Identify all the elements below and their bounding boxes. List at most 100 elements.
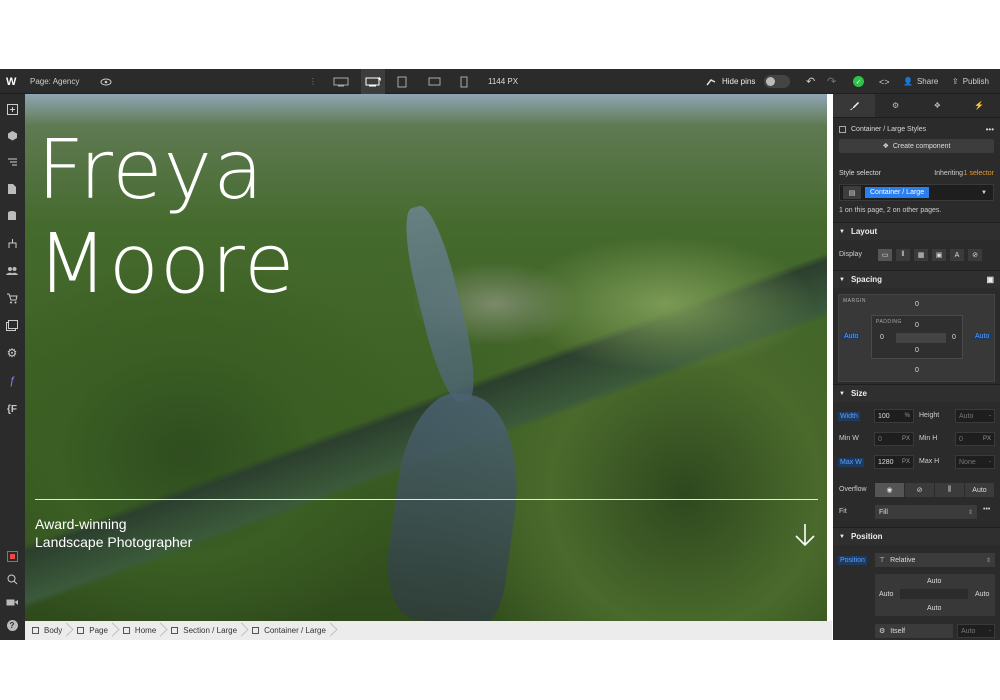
- width-label[interactable]: Width: [838, 412, 860, 421]
- more-options-icon[interactable]: •••: [986, 125, 994, 134]
- record-icon[interactable]: [5, 549, 19, 563]
- display-flex-icon[interactable]: ⫴: [896, 249, 910, 261]
- display-block-icon[interactable]: ▭: [878, 249, 892, 261]
- base-breakpoint-icon[interactable]: ★: [361, 69, 385, 94]
- width-input[interactable]: 100%: [874, 409, 914, 423]
- component-icon: ❖: [882, 143, 889, 150]
- breadcrumb-container[interactable]: Container / Large: [245, 621, 334, 640]
- desktop-breakpoint-icon[interactable]: [333, 69, 349, 94]
- position-label[interactable]: Position: [838, 556, 867, 565]
- navigator-icon[interactable]: [5, 155, 19, 169]
- fit-select[interactable]: Fill ⇕: [875, 505, 977, 519]
- selector-state-icon[interactable]: ▤: [843, 186, 861, 199]
- overflow-auto-button[interactable]: Auto: [965, 483, 994, 497]
- publish-button[interactable]: ⇪ Publish: [952, 69, 989, 94]
- position-select[interactable]: ⊤ Relative ⇕: [875, 553, 995, 567]
- more-dots-icon[interactable]: ⋮: [309, 69, 317, 94]
- create-component-button[interactable]: ❖ Create component: [839, 139, 994, 153]
- display-none-icon[interactable]: ⊘: [968, 249, 982, 261]
- variables-icon[interactable]: {F: [5, 402, 19, 416]
- webflow-logo[interactable]: W: [6, 69, 16, 94]
- mobile-landscape-icon[interactable]: [428, 69, 441, 94]
- users-icon[interactable]: [5, 264, 19, 278]
- z-index-input[interactable]: Auto -: [957, 624, 995, 638]
- margin-top-value[interactable]: 0: [915, 301, 919, 308]
- display-grid-icon[interactable]: ▦: [914, 249, 928, 261]
- position-right-value[interactable]: Auto: [975, 591, 989, 598]
- help-icon[interactable]: ?: [5, 618, 19, 632]
- hide-pins-toggle[interactable]: [764, 69, 790, 94]
- position-bottom-value[interactable]: Auto: [927, 605, 941, 612]
- min-width-value: 0: [878, 435, 882, 443]
- position-left-value[interactable]: Auto: [879, 591, 893, 598]
- margin-left-value[interactable]: Auto: [842, 333, 861, 340]
- display-inline-text-icon[interactable]: A: [950, 249, 964, 261]
- height-input[interactable]: Auto -: [955, 409, 995, 423]
- video-icon[interactable]: [5, 595, 19, 609]
- ecommerce-icon[interactable]: [5, 291, 19, 305]
- fit-more-icon[interactable]: •••: [983, 506, 990, 513]
- spacing-preset-icon[interactable]: ▣: [986, 275, 994, 284]
- cms-icon[interactable]: [5, 209, 19, 223]
- position-top-value[interactable]: Auto: [927, 578, 941, 585]
- margin-bottom-value[interactable]: 0: [915, 367, 919, 374]
- padding-bottom-value[interactable]: 0: [915, 347, 919, 354]
- breadcrumb-body[interactable]: Body: [25, 621, 70, 640]
- display-inline-block-icon[interactable]: ▣: [932, 249, 946, 261]
- selector-field[interactable]: ▤ Container / Large ▼: [839, 184, 994, 201]
- overflow-visible-eye-icon[interactable]: ◉: [875, 483, 904, 497]
- add-icon[interactable]: [5, 102, 19, 116]
- min-width-input[interactable]: 0 PX: [874, 432, 914, 446]
- margin-right-value[interactable]: Auto: [973, 333, 992, 340]
- max-height-input[interactable]: None -: [955, 455, 995, 469]
- max-width-input[interactable]: 1280 PX: [874, 455, 914, 469]
- padding-right-value[interactable]: 0: [952, 334, 956, 341]
- mobile-portrait-icon[interactable]: [460, 69, 468, 94]
- tab-interactions-drops-icon[interactable]: ❖: [917, 94, 959, 117]
- page-selector[interactable]: Page: Agency: [30, 69, 79, 94]
- hero-tagline[interactable]: Award-winning Landscape Photographer: [35, 515, 192, 551]
- style-manager-icon[interactable]: ƒ: [5, 374, 19, 388]
- breadcrumb-section[interactable]: Section / Large: [164, 621, 245, 640]
- code-icon[interactable]: <>: [879, 69, 890, 94]
- position-section-header[interactable]: ▼ Position: [833, 527, 1000, 545]
- min-width-unit[interactable]: PX: [902, 436, 910, 442]
- tab-settings-gear-icon[interactable]: ⚙: [875, 94, 917, 117]
- share-button[interactable]: 👤 Share: [903, 69, 938, 94]
- tab-lightning-icon[interactable]: ⚡: [958, 94, 1000, 117]
- tablet-breakpoint-icon[interactable]: [397, 69, 407, 94]
- settings-gear-icon[interactable]: ⚙: [5, 346, 19, 360]
- max-width-label[interactable]: Max W: [838, 458, 864, 467]
- tab-style-brush-icon[interactable]: [833, 94, 875, 117]
- overflow-scroll-icon[interactable]: ⫼: [935, 483, 964, 497]
- padding-left-value[interactable]: 0: [880, 334, 884, 341]
- breadcrumb-page[interactable]: Page: [70, 621, 116, 640]
- size-section-header[interactable]: ▼ Size: [833, 384, 1000, 402]
- selector-chip[interactable]: Container / Large: [865, 187, 930, 198]
- padding-top-value[interactable]: 0: [915, 322, 919, 329]
- design-canvas[interactable]: Freya Moore Award-winning Landscape Phot…: [25, 94, 827, 621]
- redo-icon[interactable]: ↷: [827, 69, 836, 94]
- status-check-icon[interactable]: ✓: [853, 69, 864, 94]
- inheriting-count[interactable]: 1 selector: [964, 170, 994, 177]
- max-width-unit[interactable]: PX: [902, 459, 910, 465]
- breadcrumb-home[interactable]: Home: [116, 621, 164, 640]
- hero-title[interactable]: Freya Moore: [37, 124, 295, 312]
- search-icon[interactable]: [5, 572, 19, 586]
- assets-icon[interactable]: [5, 318, 19, 332]
- undo-icon[interactable]: ↶: [806, 69, 815, 94]
- scroll-down-arrow-icon[interactable]: [793, 522, 817, 548]
- pages-icon[interactable]: [5, 182, 19, 196]
- logic-icon[interactable]: [5, 236, 19, 250]
- chevron-down-icon[interactable]: ▼: [981, 190, 987, 196]
- components-icon[interactable]: [5, 128, 19, 142]
- width-unit[interactable]: %: [905, 413, 910, 419]
- spacing-section-header[interactable]: ▼ Spacing ▣: [833, 270, 1000, 288]
- eye-icon[interactable]: [100, 69, 112, 94]
- relative-to-select[interactable]: ⚙ Itself: [875, 624, 953, 638]
- divider-line: [35, 499, 818, 500]
- layout-section-header[interactable]: ▼ Layout: [833, 222, 1000, 240]
- overflow-hidden-icon[interactable]: ⊘: [905, 483, 934, 497]
- min-height-input[interactable]: 0 PX: [955, 432, 995, 446]
- min-height-unit[interactable]: PX: [983, 436, 991, 442]
